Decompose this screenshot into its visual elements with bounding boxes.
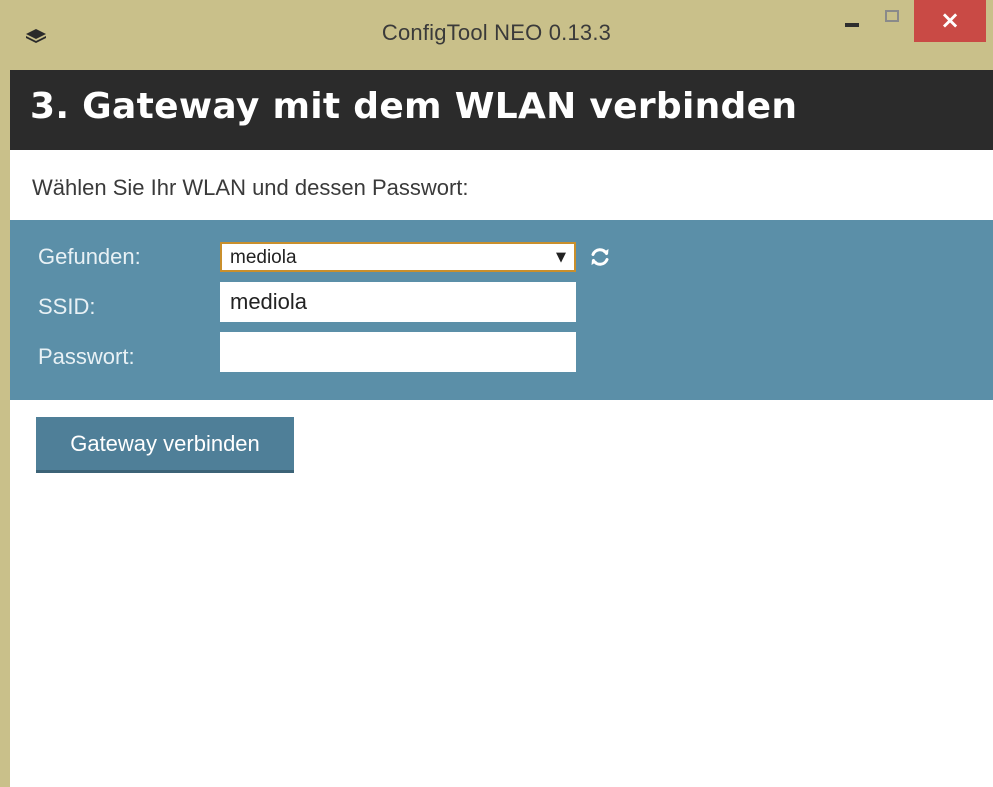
found-label: Gefunden: xyxy=(38,244,141,269)
wlan-form: Gefunden: mediola ▼ SSID: Passwort: xyxy=(10,220,993,400)
maximize-button[interactable] xyxy=(872,0,914,42)
minimize-button[interactable] xyxy=(832,0,872,42)
password-label: Passwort: xyxy=(38,344,135,369)
minimize-icon xyxy=(845,23,859,27)
page-header: 3. Gateway mit dem WLAN verbinden xyxy=(10,70,993,150)
found-network-select[interactable]: mediola ▼ xyxy=(220,242,576,272)
ssid-label: SSID: xyxy=(38,294,96,319)
refresh-icon[interactable] xyxy=(588,245,612,269)
chevron-down-icon: ▼ xyxy=(556,250,566,265)
found-network-value: mediola xyxy=(230,247,297,268)
close-icon: × xyxy=(939,6,961,34)
maximize-icon xyxy=(885,10,899,22)
ssid-input[interactable] xyxy=(220,282,576,322)
content-area: 3. Gateway mit dem WLAN verbinden Wählen… xyxy=(10,70,993,787)
close-button[interactable]: × xyxy=(914,0,986,42)
instruction-text: Wählen Sie Ihr WLAN und dessen Passwort: xyxy=(32,175,469,200)
page-title: 3. Gateway mit dem WLAN verbinden xyxy=(30,86,798,127)
app-window: ConfigTool NEO 0.13.3 × 3. Gateway mit d… xyxy=(0,0,993,787)
title-bar[interactable]: ConfigTool NEO 0.13.3 × xyxy=(0,0,993,70)
connect-gateway-button[interactable]: Gateway verbinden xyxy=(36,417,294,473)
password-input[interactable] xyxy=(220,332,576,372)
